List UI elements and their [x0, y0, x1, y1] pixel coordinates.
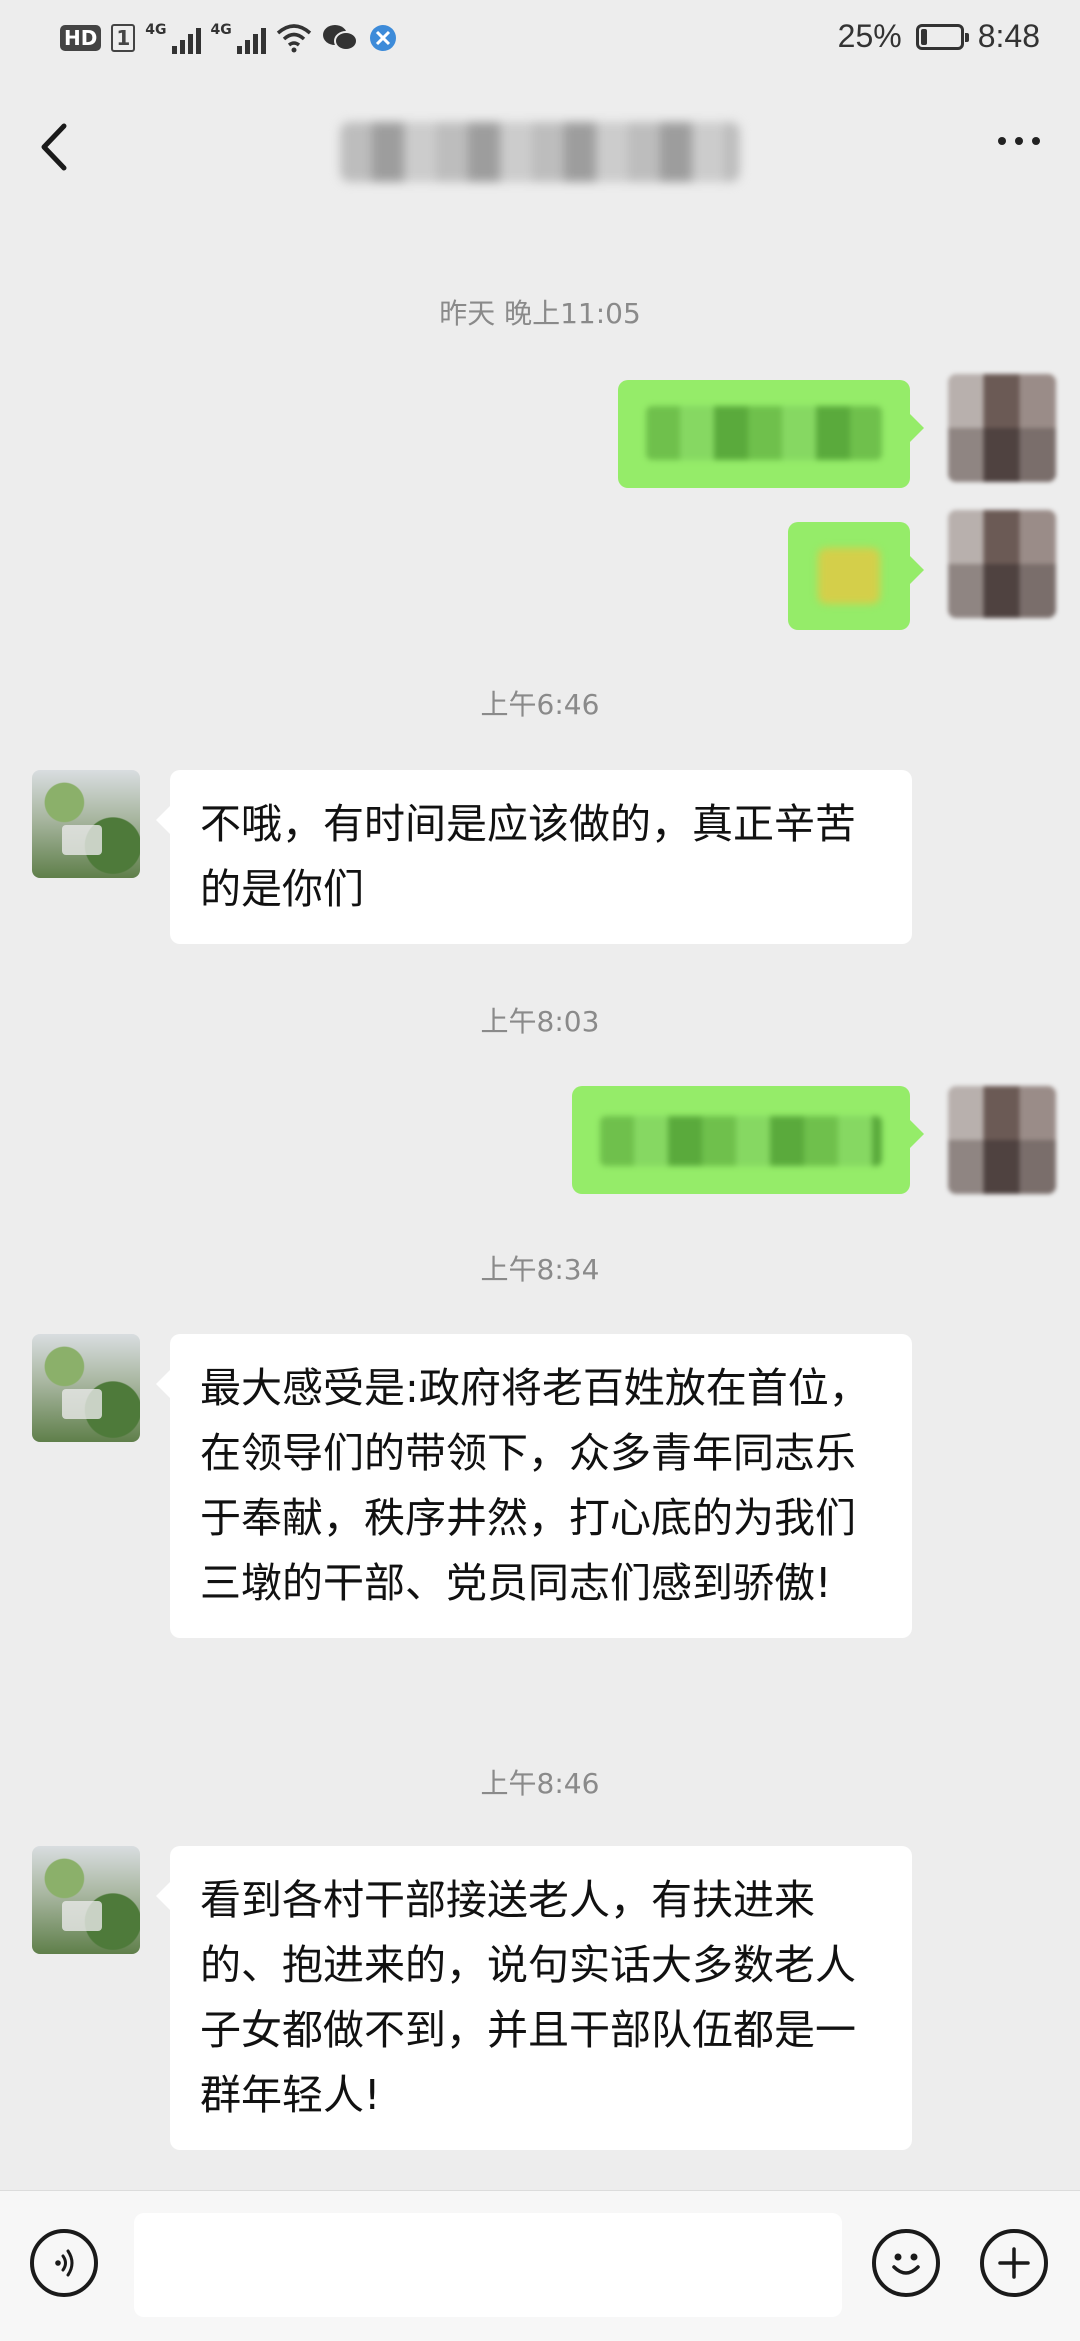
status-bar: HD 1 4G 4G 25% 8:48 [0, 0, 1080, 82]
timestamp: 昨天 晚上11:05 [439, 297, 641, 330]
peer-avatar[interactable] [32, 1846, 140, 1954]
browser-icon [369, 25, 396, 51]
emoji-icon[interactable] [872, 2229, 940, 2297]
timestamp: 上午8:03 [480, 1005, 600, 1038]
message-input[interactable] [134, 2213, 842, 2317]
self-message-bubble[interactable] [618, 380, 924, 488]
self-avatar[interactable] [948, 1086, 1056, 1194]
signal-icon: 4G [145, 22, 201, 54]
blurred-message-content [600, 1116, 882, 1166]
self-avatar[interactable] [948, 374, 1056, 482]
hd-badge: HD [60, 25, 102, 51]
chat-header [0, 82, 1080, 212]
status-time: 8:48 [977, 18, 1040, 54]
message-text: 看到各村干部接送老人，有扶进来的、抱进来的，说句实话大多数老人子女都做不到，并且… [200, 1876, 856, 2119]
peer-avatar[interactable] [32, 1334, 140, 1442]
wifi-icon [276, 24, 311, 53]
battery-fill [920, 28, 928, 45]
timestamp: 上午8:34 [480, 1253, 600, 1286]
wechat-icon [322, 25, 358, 51]
self-message-bubble[interactable] [788, 522, 924, 630]
peer-avatar[interactable] [32, 770, 140, 878]
message-text: 不哦，有时间是应该做的，真正辛苦的是你们 [200, 800, 856, 913]
signal-icon-2: 4G [211, 22, 266, 54]
self-avatar[interactable] [948, 510, 1056, 618]
input-bar [0, 2190, 1080, 2341]
plus-icon[interactable] [980, 2229, 1048, 2297]
voice-icon[interactable] [30, 2229, 98, 2297]
chevron-left-icon[interactable] [30, 112, 80, 182]
leaf-battery-icon [915, 23, 969, 50]
self-message-bubble[interactable] [572, 1086, 924, 1194]
network-type-2: 4G [210, 22, 232, 38]
peer-message-bubble[interactable]: 看到各村干部接送老人，有扶进来的、抱进来的，说句实话大多数老人子女都做不到，并且… [156, 1846, 912, 2150]
battery-percent: 25% [837, 18, 902, 54]
status-right: 25% 8:48 [838, 18, 1040, 55]
peer-message-bubble[interactable]: 不哦，有时间是应该做的，真正辛苦的是你们 [156, 770, 912, 944]
status-left: HD 1 4G 4G [60, 22, 398, 54]
sim-slot: 1 [111, 24, 136, 52]
more-dots-icon[interactable] [998, 137, 1040, 145]
timestamp: 上午8:46 [480, 1767, 600, 1800]
network-type-1: 4G [145, 22, 167, 38]
timestamp: 上午6:46 [480, 688, 600, 721]
contact-name-blurred [340, 122, 740, 182]
peer-message-bubble[interactable]: 最大感受是:政府将老百姓放在首位，在领导们的带领下，众多青年同志乐于奉献，秩序井… [156, 1334, 912, 1638]
emoji-sticker [818, 548, 880, 604]
blurred-message-content [646, 406, 882, 460]
message-text: 最大感受是:政府将老百姓放在首位，在领导们的带领下，众多青年同志乐于奉献，秩序井… [200, 1364, 870, 1607]
